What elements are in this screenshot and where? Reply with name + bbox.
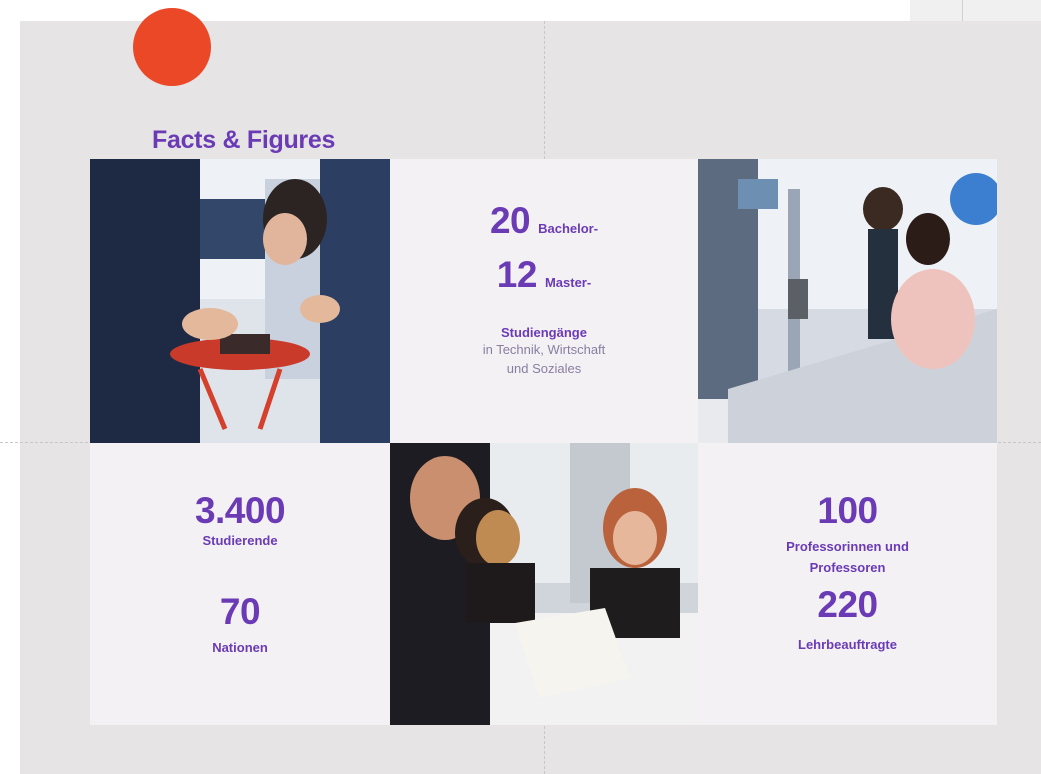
programs-tile[interactable]: 20 Bachelor- 12 Master- Studiengänge in … (390, 159, 698, 443)
accent-circle[interactable] (133, 8, 211, 86)
students-label: Studierende (202, 533, 278, 548)
master-label: Master- (544, 275, 592, 290)
lecturers-label: Lehrbeauftragte (798, 637, 897, 652)
professors-label-line1: Professorinnen und (786, 539, 909, 554)
nations-count: 70 (219, 591, 261, 632)
lecturers-count: 220 (817, 584, 878, 625)
master-count: 12 (496, 254, 538, 295)
facts-grid: 20 Bachelor- 12 Master- Studiengänge in … (90, 159, 997, 725)
fields-line2: und Soziales (506, 361, 582, 376)
presentation-canvas: Facts & Figures 20 Bachelor- 12 Master- … (0, 0, 1041, 774)
bachelor-row: 20 Bachelor- (490, 201, 598, 241)
photo-student-drone-image (90, 159, 390, 443)
professors-count: 100 (817, 490, 878, 531)
photo-students-meeting[interactable] (390, 443, 698, 725)
bachelor-label: Bachelor- (538, 221, 599, 236)
nations-label: Nationen (212, 640, 268, 655)
fields-line1: in Technik, Wirtschaft (482, 342, 606, 357)
photo-student-drone[interactable] (90, 159, 390, 443)
master-row: 12 Master- (497, 255, 591, 295)
faculty-tile[interactable]: 100 Professorinnen und Professoren 220 L… (698, 443, 997, 725)
corner-panel (910, 0, 1041, 21)
photo-students-meeting-image (390, 443, 698, 725)
photo-lab-work[interactable] (698, 159, 997, 443)
professors-label-line2: Professoren (809, 560, 886, 575)
corner-divider (962, 0, 963, 21)
students-tile[interactable]: 3.400 Studierende 70 Nationen (90, 443, 390, 725)
studies-label: Studiengänge (501, 325, 587, 340)
students-count: 3.400 (194, 490, 286, 531)
slide-title[interactable]: Facts & Figures (152, 126, 335, 155)
bachelor-count: 20 (489, 200, 531, 241)
photo-lab-work-image (698, 159, 997, 443)
